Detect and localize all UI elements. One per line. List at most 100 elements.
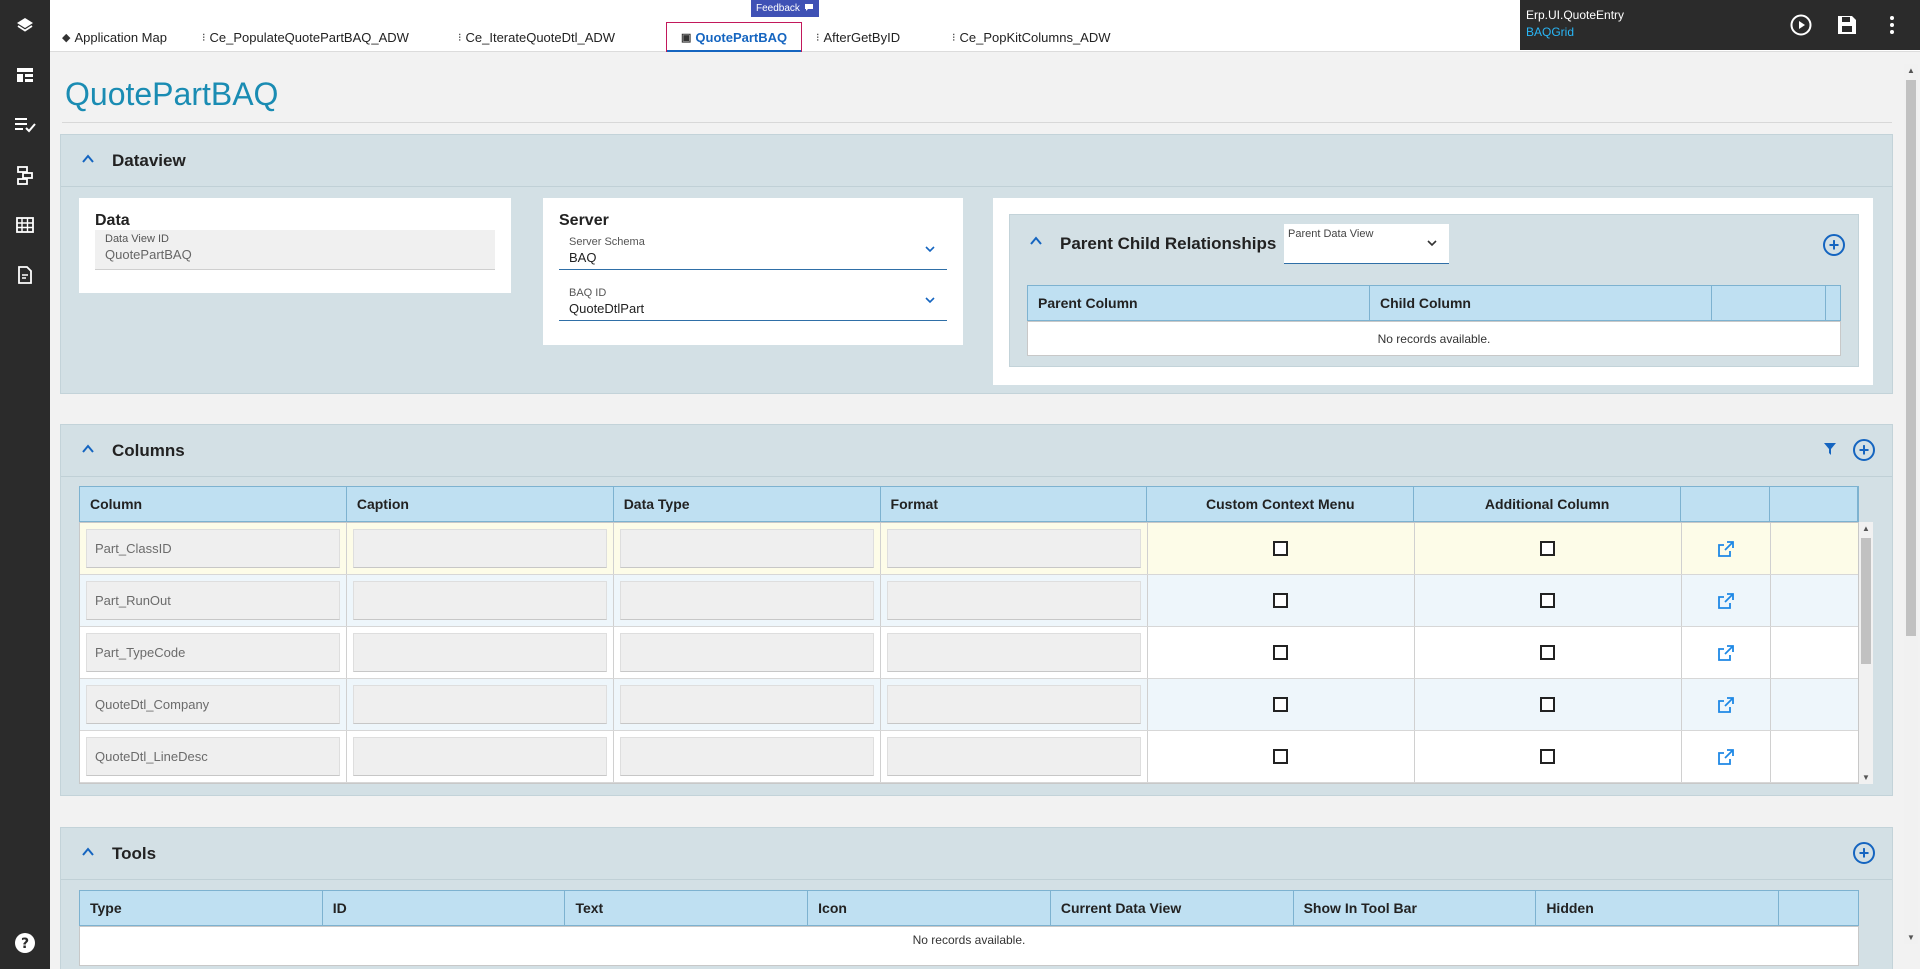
table-row[interactable]: Part_RunOut (80, 575, 1858, 627)
layout-icon[interactable] (12, 62, 38, 88)
grid-icon[interactable] (12, 212, 38, 238)
table-row[interactable]: Part_ClassID (80, 523, 1858, 575)
data-type-input[interactable] (620, 581, 874, 620)
parent-data-view-select[interactable]: Parent Data View (1284, 224, 1449, 264)
columns-panel-header[interactable]: Columns + (61, 425, 1892, 477)
column-header[interactable]: Additional Column (1414, 487, 1682, 521)
scroll-down-arrow[interactable]: ▼ (1907, 933, 1915, 942)
caption-input[interactable] (353, 529, 607, 568)
column-header[interactable]: Current Data View (1051, 891, 1294, 925)
cell-format (881, 627, 1148, 678)
page-title: QuotePartBAQ (65, 76, 279, 112)
data-type-input[interactable] (620, 737, 874, 776)
additional-column-checkbox[interactable] (1540, 540, 1555, 556)
scroll-thumb[interactable] (1906, 80, 1916, 636)
column-header[interactable]: Caption (347, 487, 614, 521)
help-icon[interactable]: ? (12, 930, 38, 956)
baq-id-select[interactable]: BAQ ID QuoteDtlPart (559, 285, 947, 321)
column-input[interactable]: Part_TypeCode (86, 633, 340, 672)
scroll-up-arrow[interactable]: ▲ (1907, 66, 1915, 75)
dataview-panel-header[interactable]: Dataview (61, 135, 1892, 187)
scroll-down-arrow[interactable]: ▼ (1862, 773, 1870, 782)
column-input[interactable]: Part_ClassID (86, 529, 340, 568)
data-type-input[interactable] (620, 685, 874, 724)
custom-context-menu-checkbox[interactable] (1273, 748, 1288, 764)
add-tool-icon[interactable]: + (1853, 842, 1875, 864)
feedback-button[interactable]: Feedback (751, 0, 819, 17)
format-input[interactable] (887, 581, 1141, 620)
column-header[interactable]: Custom Context Menu (1147, 487, 1415, 521)
scroll-up-arrow[interactable]: ▲ (1862, 524, 1870, 533)
app-layer[interactable]: BAQGrid (1526, 25, 1574, 39)
columns-scrollbar[interactable]: ▲ ▼ (1859, 522, 1873, 784)
format-input[interactable] (887, 685, 1141, 724)
column-header[interactable]: Format (881, 487, 1148, 521)
tab-ce-populatequotepartbaq[interactable]: ⁝ Ce_PopulateQuotePartBAQ_ADW (202, 26, 409, 48)
filter-icon[interactable] (1823, 442, 1837, 456)
cell-data-type (614, 679, 881, 730)
save-icon[interactable] (1835, 13, 1859, 37)
tab-application-map[interactable]: ◆ Application Map (62, 26, 167, 48)
column-header[interactable]: Data Type (614, 487, 881, 521)
chevron-up-icon[interactable] (82, 846, 94, 858)
tools-panel-header[interactable]: Tools + (61, 828, 1892, 880)
caption-input[interactable] (353, 737, 607, 776)
layers-icon[interactable] (12, 13, 38, 39)
custom-context-menu-checkbox[interactable] (1273, 592, 1288, 608)
chevron-up-icon[interactable] (1030, 235, 1042, 247)
document-edit-icon[interactable] (12, 262, 38, 288)
data-type-input[interactable] (620, 529, 874, 568)
table-row[interactable]: Part_TypeCode (80, 627, 1858, 679)
scroll-thumb[interactable] (1861, 538, 1871, 664)
table-row[interactable]: QuoteDtl_Company (80, 679, 1858, 731)
caption-input[interactable] (353, 633, 607, 672)
preview-play-icon[interactable] (1789, 13, 1813, 37)
tab-quotepartbaq[interactable]: ▣ QuotePartBAQ (666, 22, 803, 52)
column-input[interactable]: QuoteDtl_Company (86, 685, 340, 724)
add-column-icon[interactable]: + (1853, 439, 1875, 461)
format-input[interactable] (887, 529, 1141, 568)
flow-icon[interactable] (12, 162, 38, 188)
column-header[interactable]: Hidden (1536, 891, 1780, 925)
more-vert-icon[interactable] (1880, 13, 1904, 37)
additional-column-checkbox[interactable] (1540, 644, 1555, 660)
format-input[interactable] (887, 633, 1141, 672)
custom-context-menu-checkbox[interactable] (1273, 696, 1288, 712)
workflow-icon: ⁝ (816, 31, 820, 44)
data-type-input[interactable] (620, 633, 874, 672)
column-header[interactable]: Text (565, 891, 809, 925)
open-external-icon[interactable] (1717, 644, 1735, 662)
column-header[interactable]: Parent Column (1028, 286, 1370, 320)
tab-ce-popkitcolumns[interactable]: ⁝ Ce_PopKitColumns_ADW (952, 26, 1111, 48)
format-input[interactable] (887, 737, 1141, 776)
relationships-grid-body: No records available. (1027, 321, 1841, 356)
add-relationship-icon[interactable]: + (1823, 234, 1845, 256)
open-external-icon[interactable] (1717, 540, 1735, 558)
column-header[interactable]: Child Column (1370, 286, 1712, 320)
chevron-up-icon[interactable] (82, 153, 94, 165)
custom-context-menu-checkbox[interactable] (1273, 540, 1288, 556)
open-external-icon[interactable] (1717, 748, 1735, 766)
server-schema-select[interactable]: Server Schema BAQ (559, 234, 947, 270)
additional-column-checkbox[interactable] (1540, 592, 1555, 608)
column-header[interactable]: Type (80, 891, 323, 925)
column-header[interactable]: Show In Tool Bar (1294, 891, 1537, 925)
caption-input[interactable] (353, 685, 607, 724)
column-header[interactable]: Column (80, 487, 347, 521)
column-input[interactable]: Part_RunOut (86, 581, 340, 620)
table-row[interactable]: QuoteDtl_LineDesc (80, 731, 1858, 783)
open-external-icon[interactable] (1717, 696, 1735, 714)
additional-column-checkbox[interactable] (1540, 748, 1555, 764)
page-scrollbar[interactable]: ▲ ▼ (1904, 64, 1918, 944)
chevron-up-icon[interactable] (82, 443, 94, 455)
additional-column-checkbox[interactable] (1540, 696, 1555, 712)
column-header[interactable]: ID (323, 891, 566, 925)
checklist-icon[interactable] (12, 112, 38, 138)
caption-input[interactable] (353, 581, 607, 620)
column-input[interactable]: QuoteDtl_LineDesc (86, 737, 340, 776)
open-external-icon[interactable] (1717, 592, 1735, 610)
tab-aftergetbyid[interactable]: ⁝ AfterGetByID (816, 26, 900, 48)
tab-ce-iteratequotedtl[interactable]: ⁝ Ce_IterateQuoteDtl_ADW (458, 26, 615, 48)
custom-context-menu-checkbox[interactable] (1273, 644, 1288, 660)
column-header[interactable]: Icon (808, 891, 1051, 925)
